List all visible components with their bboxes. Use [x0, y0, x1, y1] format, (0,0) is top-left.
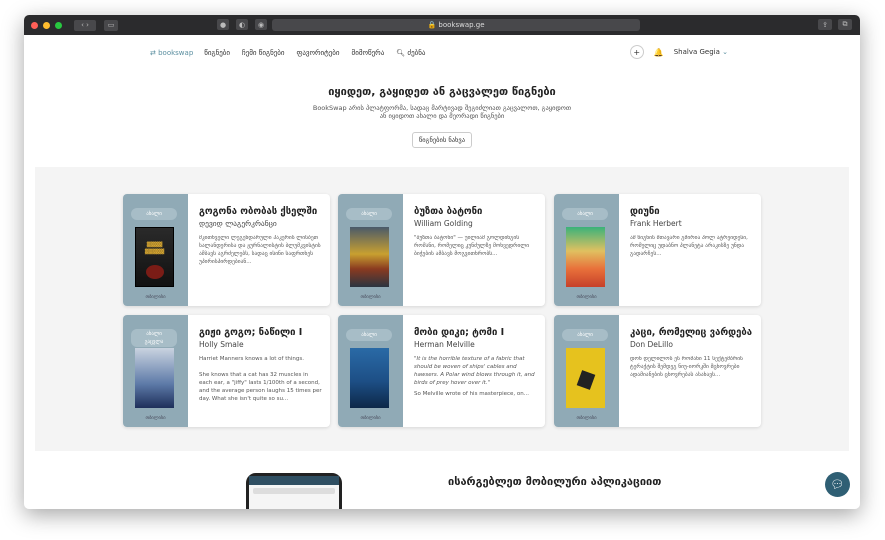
- user-menu[interactable]: Shalva Gegia ⌄: [674, 48, 728, 56]
- book-location: თბილისი: [145, 416, 166, 421]
- nav-search-link[interactable]: 🔍︎ ძებნა: [396, 49, 425, 57]
- bell-icon[interactable]: 🔔: [652, 45, 666, 59]
- book-location: თბილისი: [360, 416, 381, 421]
- view-books-button[interactable]: წიგნების ნახვა: [411, 131, 473, 148]
- book-author: William Golding: [414, 219, 473, 229]
- book-card[interactable]: ახალი თბილისი ბუზთა ბატონი William Goldi…: [338, 194, 545, 306]
- nav-books-link[interactable]: წიგნები: [204, 49, 230, 57]
- book-cover-image: [350, 227, 389, 287]
- hero-section: იყიდეთ, გაყიდეთ ან გაცვალეთ წიგნები Book…: [24, 71, 860, 148]
- sidebar-toggle-icon[interactable]: ▭: [104, 19, 118, 31]
- book-author: Don DeLillo: [630, 340, 673, 350]
- book-card[interactable]: ახალი გაცვლა თბილისი გიჟი გოგო; ნაწილი I …: [123, 315, 330, 427]
- book-card[interactable]: ახალი თბილისი მობი დიკი; ტომი I Herman M…: [338, 315, 545, 427]
- back-forward-buttons[interactable]: ‹ ›: [74, 19, 96, 31]
- browser-toolbar: ‹ › ▭ ● ◐ ◉ 🔒 bookswap.ge ⇪ ⧉: [24, 15, 860, 35]
- book-title: ბუზთა ბატონი: [414, 206, 483, 217]
- book-author: დევიდ ლაგერკრანცი: [199, 219, 277, 229]
- book-description-more: So Melville wrote of his masterpiece, on…: [414, 391, 530, 398]
- share-icon[interactable]: ⇪: [818, 19, 832, 30]
- top-navigation: ⇄ bookswap წიგნები ჩემი წიგნები ფავორიტე…: [24, 35, 860, 71]
- extension-icon[interactable]: ◉: [255, 19, 267, 30]
- book-description: "ბუზთა ბატონი" — უილიამ გოლდინგის რომანი…: [414, 235, 530, 258]
- book-title: დიუნი: [630, 206, 660, 217]
- browser-window: ‹ › ▭ ● ◐ ◉ 🔒 bookswap.ge ⇪ ⧉ ⇄ bookswap…: [24, 15, 860, 509]
- books-grid: ახალი ▓▓▓▓ ▓▓▓▓▓ თბილისი გოგონა ობობას ქს…: [35, 167, 849, 451]
- search-icon: 🔍︎: [396, 49, 406, 57]
- book-location: თბილისი: [360, 295, 381, 300]
- book-description: მკითხველი ლეგენდარული ჰაკერის ლისბეთ სალ…: [199, 235, 321, 266]
- condition-badge: ახალი: [562, 329, 608, 341]
- minimize-window-button[interactable]: [43, 21, 50, 29]
- bookswap-logo[interactable]: ⇄ bookswap: [150, 49, 193, 57]
- logo-text: bookswap: [158, 49, 194, 57]
- book-card[interactable]: ახალი ▓▓▓▓ ▓▓▓▓▓ თბილისი გოგონა ობობას ქს…: [123, 194, 330, 306]
- book-author: Holly Smale: [199, 340, 244, 350]
- book-title: მობი დიკი; ტომი I: [414, 327, 505, 338]
- phone-mockup-image: [246, 473, 342, 509]
- book-description: ამ წიგნის მთავარი გმირია პოლ ატრეიდესი, …: [630, 235, 748, 258]
- book-cover-image: [566, 227, 605, 287]
- condition-badge: ახალი: [346, 329, 392, 341]
- book-card-side: ახალი თბილისი: [338, 194, 403, 306]
- user-name: Shalva Gegia: [673, 48, 720, 56]
- privacy-icon[interactable]: ●: [217, 19, 229, 30]
- book-author: Herman Melville: [414, 340, 475, 350]
- book-card-side: ახალი თბილისი: [554, 194, 619, 306]
- close-window-button[interactable]: [31, 21, 38, 29]
- book-cover-image: [350, 348, 389, 408]
- book-location: თბილისი: [576, 416, 597, 421]
- book-description: Harriet Manners knows a lot of things. S…: [199, 356, 322, 403]
- chat-icon[interactable]: 💬︎: [825, 472, 850, 497]
- book-description: "It is the horrible texture of a fabric …: [414, 356, 535, 387]
- book-card-side: ახალი თბილისი: [554, 315, 619, 427]
- book-title: გოგონა ობობას ქსელში: [199, 206, 318, 217]
- condition-badge: ახალი: [346, 208, 392, 220]
- nav-favorites-link[interactable]: ფავორიტები: [297, 49, 340, 57]
- mobile-app-section: ისარგებლეთ მობილური აპლიკაციით 💬︎: [24, 455, 860, 509]
- url-text: bookswap.ge: [438, 21, 485, 29]
- book-card-side: ახალი ▓▓▓▓ ▓▓▓▓▓ თბილისი: [123, 194, 188, 306]
- book-cover-image: [135, 348, 174, 408]
- book-location: თბილისი: [145, 295, 166, 300]
- maximize-window-button[interactable]: [55, 21, 62, 29]
- book-cover-image: ▓▓▓▓ ▓▓▓▓▓: [135, 227, 174, 287]
- condition-badge: ახალი: [131, 208, 177, 220]
- search-label: ძებნა: [407, 49, 426, 57]
- book-card[interactable]: ახალი თბილისი დიუნი Frank Herbert ამ წიგ…: [554, 194, 761, 306]
- book-card-side: ახალი თბილისი: [338, 315, 403, 427]
- nav-my-books-link[interactable]: ჩემი წიგნები: [242, 49, 285, 57]
- book-card[interactable]: ახალი თბილისი კაცი, რომელიც ვარდება Don …: [554, 315, 761, 427]
- nav-messages-link[interactable]: მიმოწერა: [352, 49, 385, 57]
- hero-text-line2: ან იყიდოთ ახალი და მეორადი წიგნები: [379, 112, 505, 121]
- book-description: დონ დელილოს ეს რომანი 11 სექტემბრის ტერა…: [630, 356, 743, 379]
- hero-title: იყიდეთ, გაყიდეთ ან გაცვალეთ წიგნები: [328, 85, 556, 98]
- book-card-side: ახალი გაცვლა თბილისი: [123, 315, 188, 427]
- lock-icon: 🔒: [427, 21, 439, 29]
- mobile-app-title: ისარგებლეთ მობილური აპლიკაციით: [448, 475, 662, 488]
- condition-badge: ახალი გაცვლა: [131, 329, 177, 347]
- book-title: გიჟი გოგო; ნაწილი I: [199, 327, 303, 338]
- badge-line1: ახალი: [146, 331, 162, 337]
- chevron-down-icon: ⌄: [722, 48, 728, 56]
- book-author: Frank Herbert: [630, 219, 682, 229]
- add-book-button[interactable]: +: [629, 45, 644, 59]
- book-location: თბილისი: [576, 295, 597, 300]
- tabs-icon[interactable]: ⧉: [838, 19, 852, 30]
- book-cover-image: [566, 348, 605, 408]
- condition-badge: ახალი: [562, 208, 608, 220]
- address-bar[interactable]: 🔒 bookswap.ge: [272, 19, 640, 31]
- book-title: კაცი, რომელიც ვარდება: [630, 327, 752, 338]
- badge-line2: გაცვლა: [144, 339, 164, 345]
- shield-icon[interactable]: ◐: [236, 19, 248, 30]
